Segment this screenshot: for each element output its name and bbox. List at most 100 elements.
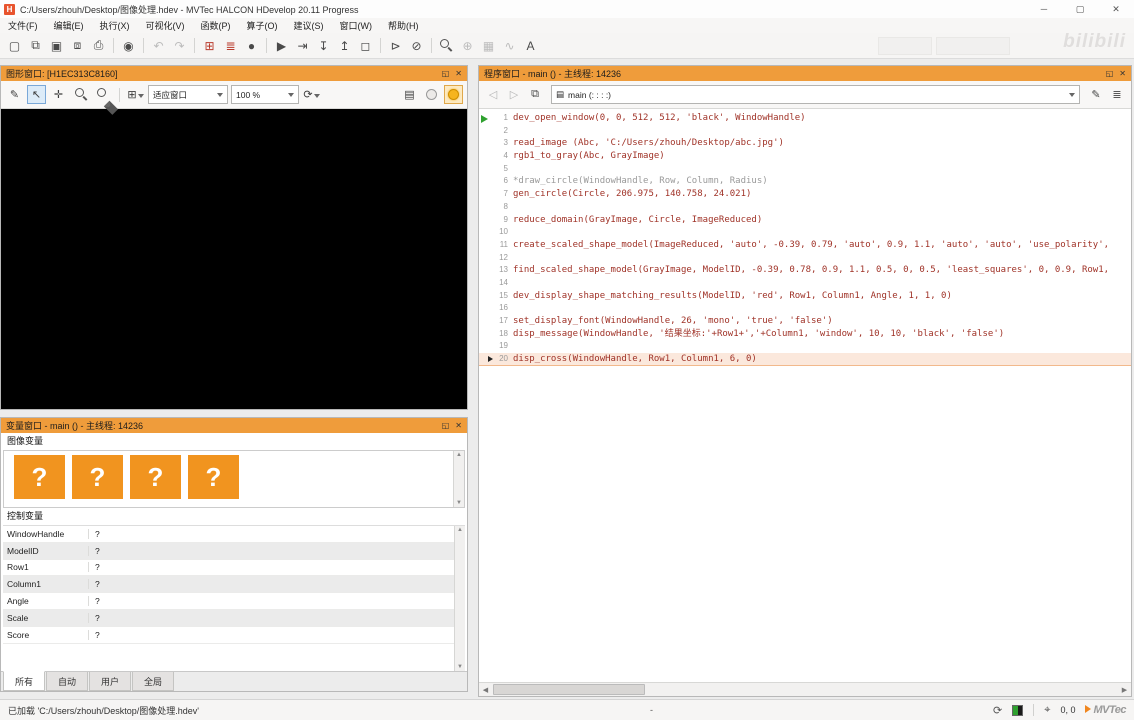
scroll-up-icon[interactable]: ▲ (456, 452, 462, 458)
menu-item[interactable]: 建议(S) (286, 18, 332, 33)
variable-row[interactable]: Score ? (3, 627, 465, 644)
code-line[interactable]: 17 set_display_font(WindowHandle, 26, 'm… (479, 315, 1131, 328)
run-icon[interactable]: ▶ (271, 36, 292, 56)
menu-item[interactable]: 编辑(E) (46, 18, 92, 33)
code-line[interactable]: 18 disp_message(WindowHandle, '结果坐标:'+Ro… (479, 328, 1131, 341)
bulb-off-icon[interactable] (422, 85, 441, 104)
variable-row[interactable]: Scale ? (3, 609, 465, 627)
activate-line-icon[interactable]: ⊳ (385, 36, 406, 56)
zoom-mode-icon[interactable] (93, 85, 112, 104)
close-icon[interactable]: ✕ (455, 69, 462, 78)
code-line[interactable]: 19 (479, 340, 1131, 353)
graphics-canvas[interactable] (1, 109, 467, 409)
maximize-button[interactable]: ▢ (1062, 0, 1098, 18)
variable-row[interactable]: ModelID ? (3, 542, 465, 560)
scroll-right-icon[interactable]: ▶ (1118, 686, 1131, 694)
code-line[interactable]: 7 gen_circle(Circle, 206.975, 140.758, 2… (479, 188, 1131, 201)
scrollbar-thumb[interactable] (493, 684, 645, 695)
variable-tab[interactable]: 自动 (46, 672, 89, 691)
horizontal-scrollbar[interactable]: ◀ ▶ (479, 682, 1131, 696)
step-into-icon[interactable]: ↧ (313, 36, 334, 56)
save-program-icon[interactable]: ▣ (46, 36, 67, 56)
minimize-button[interactable]: ─ (1026, 0, 1062, 18)
menu-item[interactable]: 文件(F) (0, 18, 46, 33)
new-program-icon[interactable]: ▢ (4, 36, 25, 56)
rotate-icon[interactable]: ⟳ (302, 85, 321, 104)
image-variable-tile[interactable]: ? (188, 455, 239, 499)
scroll-down-icon[interactable]: ▼ (456, 500, 462, 506)
profiler-icon[interactable]: ▦ (478, 36, 499, 56)
code-line[interactable]: 20 disp_cross(WindowHandle, Row1, Column… (479, 353, 1131, 366)
scroll-left-icon[interactable]: ◀ (479, 686, 492, 694)
code-line[interactable]: 1 dev_open_window(0, 0, 512, 512, 'black… (479, 112, 1131, 125)
fit-window-select[interactable]: 适应窗口 (148, 85, 228, 104)
menu-item[interactable]: 可视化(V) (138, 18, 193, 33)
close-icon[interactable]: ✕ (1119, 69, 1126, 78)
operator-insert-icon[interactable]: ≣ (220, 36, 241, 56)
control-variables-scrollbar[interactable]: ▲ ▼ (454, 526, 465, 671)
variable-row[interactable]: WindowHandle ? (3, 526, 465, 543)
draw-icon[interactable]: ✎ (5, 85, 24, 104)
code-line[interactable]: 11 create_scaled_shape_model(ImageReduce… (479, 239, 1131, 252)
variable-row[interactable]: Row1 ? (3, 560, 465, 577)
menu-item[interactable]: 函数(P) (193, 18, 239, 33)
deactivate-line-icon[interactable]: ⊘ (406, 36, 427, 56)
code-line[interactable]: 15 dev_display_shape_matching_results(Mo… (479, 290, 1131, 303)
layers-icon[interactable]: ▤ (400, 85, 419, 104)
close-icon[interactable]: ✕ (455, 421, 462, 430)
zoom-level-select[interactable]: 100 % (231, 85, 299, 104)
menu-item[interactable]: 窗口(W) (332, 18, 381, 33)
edit-procedure-icon[interactable]: ✎ (1087, 86, 1105, 104)
variable-tab[interactable]: 用户 (89, 672, 132, 691)
code-line[interactable]: 6 *draw_circle(WindowHandle, Row, Column… (479, 175, 1131, 188)
menu-item[interactable]: 执行(X) (92, 18, 138, 33)
nav-forward-icon[interactable]: ▷ (505, 86, 523, 104)
menu-item[interactable]: 算子(O) (239, 18, 286, 33)
close-button[interactable]: ✕ (1098, 0, 1134, 18)
float-icon[interactable]: ◱ (442, 69, 450, 78)
code-line[interactable]: 8 (479, 201, 1131, 214)
float-icon[interactable]: ◱ (1106, 69, 1114, 78)
font-settings-icon[interactable]: A (520, 36, 541, 56)
open-program-icon[interactable]: ⧉ (25, 36, 46, 56)
variable-row[interactable]: Column1 ? (3, 576, 465, 594)
full-image-icon[interactable]: ● (241, 36, 262, 56)
code-line[interactable]: 16 (479, 302, 1131, 315)
scroll-down-icon[interactable]: ▼ (457, 664, 463, 670)
zoom-in-icon[interactable]: ⊕ (457, 36, 478, 56)
operator-window-icon[interactable]: ⊞ (199, 36, 220, 56)
procedure-list-icon[interactable]: ≣ (1108, 86, 1126, 104)
image-variable-tile[interactable]: ? (130, 455, 181, 499)
code-line[interactable]: 12 (479, 252, 1131, 265)
code-line[interactable]: 9 reduce_domain(GrayImage, Circle, Image… (479, 214, 1131, 227)
menu-item[interactable]: 帮助(H) (380, 18, 427, 33)
float-icon[interactable]: ◱ (442, 421, 450, 430)
refresh-icon[interactable]: ⟳ (993, 704, 1002, 717)
code-line[interactable]: 3 read_image (Abc, 'C:/Users/zhouh/Deskt… (479, 137, 1131, 150)
redo-icon[interactable]: ↷ (169, 36, 190, 56)
grid-select-icon[interactable]: ⊞ (126, 85, 145, 104)
procedure-doc-icon[interactable]: ⧉ (526, 86, 544, 104)
step-out-icon[interactable]: ↥ (334, 36, 355, 56)
pointer-icon[interactable]: ↖ (27, 85, 46, 104)
code-line[interactable]: 10 (479, 226, 1131, 239)
image-variable-tile[interactable]: ? (72, 455, 123, 499)
code-line[interactable]: 14 (479, 277, 1131, 290)
stop-icon[interactable]: ◻ (355, 36, 376, 56)
code-line[interactable]: 5 (479, 163, 1131, 176)
procedure-select[interactable]: ▤ main (: : : :) (551, 85, 1080, 104)
code-line[interactable]: 2 (479, 125, 1131, 138)
scroll-up-icon[interactable]: ▲ (457, 527, 463, 533)
search-icon[interactable] (436, 36, 457, 56)
variable-tab[interactable]: 所有 (3, 671, 46, 691)
print-icon[interactable]: ⎙ (88, 36, 109, 56)
code-line[interactable]: 13 find_scaled_shape_model(GrayImage, Mo… (479, 264, 1131, 277)
step-over-icon[interactable]: ⇥ (292, 36, 313, 56)
bulb-on-icon[interactable] (444, 85, 463, 104)
measure-icon[interactable]: ∿ (499, 36, 520, 56)
undo-icon[interactable]: ↶ (148, 36, 169, 56)
variable-tab[interactable]: 全局 (132, 672, 175, 691)
image-variables-scrollbar[interactable]: ▲ ▼ (453, 451, 464, 507)
image-acquisition-icon[interactable]: ◉ (118, 36, 139, 56)
code-line[interactable]: 4 rgb1_to_gray(Abc, GrayImage) (479, 150, 1131, 163)
